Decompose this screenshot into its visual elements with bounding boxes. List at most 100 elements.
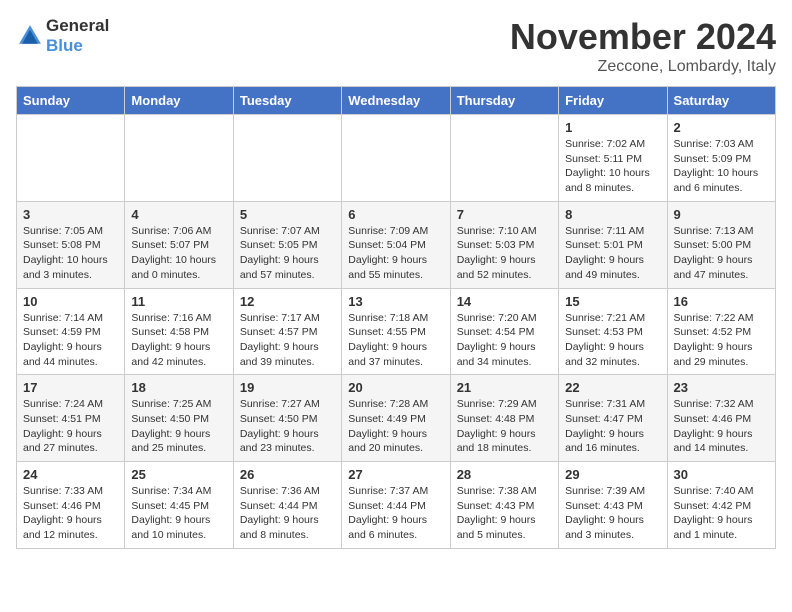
day-info: Sunrise: 7:14 AM Sunset: 4:59 PM Dayligh… xyxy=(23,311,118,370)
day-number: 8 xyxy=(565,207,660,222)
day-number: 18 xyxy=(131,380,226,395)
calendar-cell: 8 Sunrise: 7:11 AM Sunset: 5:01 PM Daylig… xyxy=(559,201,667,288)
day-number: 2 xyxy=(674,120,769,135)
calendar-cell xyxy=(17,115,125,202)
calendar-cell xyxy=(125,115,233,202)
calendar-cell: 13 Sunrise: 7:18 AM Sunset: 4:55 PM Dayli… xyxy=(342,288,450,375)
day-number: 1 xyxy=(565,120,660,135)
calendar-cell: 6 Sunrise: 7:09 AM Sunset: 5:04 PM Daylig… xyxy=(342,201,450,288)
day-number: 13 xyxy=(348,294,443,309)
month-title: November 2024 xyxy=(510,16,776,58)
calendar-cell xyxy=(450,115,558,202)
calendar-cell: 18 Sunrise: 7:25 AM Sunset: 4:50 PM Dayli… xyxy=(125,375,233,462)
calendar-cell: 20 Sunrise: 7:28 AM Sunset: 4:49 PM Dayli… xyxy=(342,375,450,462)
logo-general-text: General xyxy=(46,16,109,35)
calendar-cell: 21Sunrise: 7:29 AM Sunset: 4:48 PM Dayli… xyxy=(450,375,558,462)
day-number: 29 xyxy=(565,467,660,482)
day-info: Sunrise: 7:10 AM Sunset: 5:03 PM Dayligh… xyxy=(457,224,552,283)
calendar-cell: 24 Sunrise: 7:33 AM Sunset: 4:46 PM Dayli… xyxy=(17,462,125,549)
day-info: Sunrise: 7:27 AM Sunset: 4:50 PM Dayligh… xyxy=(240,397,335,456)
day-number: 6 xyxy=(348,207,443,222)
day-info: Sunrise: 7:25 AM Sunset: 4:50 PM Dayligh… xyxy=(131,397,226,456)
day-number: 11 xyxy=(131,294,226,309)
day-number: 26 xyxy=(240,467,335,482)
calendar-cell: 26 Sunrise: 7:36 AM Sunset: 4:44 PM Dayli… xyxy=(233,462,341,549)
day-number: 16 xyxy=(674,294,769,309)
day-info: Sunrise: 7:09 AM Sunset: 5:04 PM Dayligh… xyxy=(348,224,443,283)
day-info: Sunrise: 7:13 AM Sunset: 5:00 PM Dayligh… xyxy=(674,224,769,283)
day-info: Sunrise: 7:22 AM Sunset: 4:52 PM Dayligh… xyxy=(674,311,769,370)
day-number: 27 xyxy=(348,467,443,482)
calendar-cell: 14Sunrise: 7:20 AM Sunset: 4:54 PM Dayli… xyxy=(450,288,558,375)
calendar-cell: 27 Sunrise: 7:37 AM Sunset: 4:44 PM Dayli… xyxy=(342,462,450,549)
calendar-week-row: 1Sunrise: 7:02 AM Sunset: 5:11 PM Daylig… xyxy=(17,115,776,202)
calendar-cell: 29Sunrise: 7:39 AM Sunset: 4:43 PM Dayli… xyxy=(559,462,667,549)
day-number: 20 xyxy=(348,380,443,395)
calendar-cell: 15 Sunrise: 7:21 AM Sunset: 4:53 PM Dayli… xyxy=(559,288,667,375)
calendar-cell: 3 Sunrise: 7:05 AM Sunset: 5:08 PM Daylig… xyxy=(17,201,125,288)
calendar-cell: 4Sunrise: 7:06 AM Sunset: 5:07 PM Daylig… xyxy=(125,201,233,288)
weekday-header-tuesday: Tuesday xyxy=(233,87,341,115)
day-info: Sunrise: 7:36 AM Sunset: 4:44 PM Dayligh… xyxy=(240,484,335,543)
logo-blue-text: Blue xyxy=(46,36,83,55)
day-info: Sunrise: 7:18 AM Sunset: 4:55 PM Dayligh… xyxy=(348,311,443,370)
day-info: Sunrise: 7:32 AM Sunset: 4:46 PM Dayligh… xyxy=(674,397,769,456)
weekday-header-saturday: Saturday xyxy=(667,87,775,115)
weekday-header-sunday: Sunday xyxy=(17,87,125,115)
weekday-header-wednesday: Wednesday xyxy=(342,87,450,115)
day-info: Sunrise: 7:03 AM Sunset: 5:09 PM Dayligh… xyxy=(674,137,769,196)
day-info: Sunrise: 7:33 AM Sunset: 4:46 PM Dayligh… xyxy=(23,484,118,543)
weekday-header-row: SundayMondayTuesdayWednesdayThursdayFrid… xyxy=(17,87,776,115)
day-info: Sunrise: 7:07 AM Sunset: 5:05 PM Dayligh… xyxy=(240,224,335,283)
day-number: 30 xyxy=(674,467,769,482)
day-info: Sunrise: 7:40 AM Sunset: 4:42 PM Dayligh… xyxy=(674,484,769,543)
calendar-cell: 19 Sunrise: 7:27 AM Sunset: 4:50 PM Dayli… xyxy=(233,375,341,462)
day-number: 7 xyxy=(457,207,552,222)
calendar-cell xyxy=(233,115,341,202)
day-info: Sunrise: 7:24 AM Sunset: 4:51 PM Dayligh… xyxy=(23,397,118,456)
day-number: 28 xyxy=(457,467,552,482)
day-info: Sunrise: 7:21 AM Sunset: 4:53 PM Dayligh… xyxy=(565,311,660,370)
calendar-week-row: 17 Sunrise: 7:24 AM Sunset: 4:51 PM Dayli… xyxy=(17,375,776,462)
day-info: Sunrise: 7:34 AM Sunset: 4:45 PM Dayligh… xyxy=(131,484,226,543)
day-info: Sunrise: 7:37 AM Sunset: 4:44 PM Dayligh… xyxy=(348,484,443,543)
day-number: 9 xyxy=(674,207,769,222)
calendar-week-row: 3 Sunrise: 7:05 AM Sunset: 5:08 PM Daylig… xyxy=(17,201,776,288)
day-number: 12 xyxy=(240,294,335,309)
calendar-cell: 2 Sunrise: 7:03 AM Sunset: 5:09 PM Daylig… xyxy=(667,115,775,202)
calendar-cell: 30 Sunrise: 7:40 AM Sunset: 4:42 PM Dayli… xyxy=(667,462,775,549)
day-number: 24 xyxy=(23,467,118,482)
logo-icon xyxy=(16,22,44,50)
logo: General Blue xyxy=(16,16,109,56)
day-number: 23 xyxy=(674,380,769,395)
day-number: 22 xyxy=(565,380,660,395)
day-info: Sunrise: 7:11 AM Sunset: 5:01 PM Dayligh… xyxy=(565,224,660,283)
title-area: November 2024 Zeccone, Lombardy, Italy xyxy=(510,16,776,76)
day-number: 3 xyxy=(23,207,118,222)
day-info: Sunrise: 7:28 AM Sunset: 4:49 PM Dayligh… xyxy=(348,397,443,456)
calendar-week-row: 24 Sunrise: 7:33 AM Sunset: 4:46 PM Dayli… xyxy=(17,462,776,549)
calendar-cell: 28 Sunrise: 7:38 AM Sunset: 4:43 PM Dayli… xyxy=(450,462,558,549)
day-number: 19 xyxy=(240,380,335,395)
calendar-cell: 7 Sunrise: 7:10 AM Sunset: 5:03 PM Daylig… xyxy=(450,201,558,288)
calendar-cell xyxy=(342,115,450,202)
day-number: 15 xyxy=(565,294,660,309)
calendar-cell: 16 Sunrise: 7:22 AM Sunset: 4:52 PM Dayli… xyxy=(667,288,775,375)
weekday-header-monday: Monday xyxy=(125,87,233,115)
calendar-cell: 17 Sunrise: 7:24 AM Sunset: 4:51 PM Dayli… xyxy=(17,375,125,462)
day-info: Sunrise: 7:06 AM Sunset: 5:07 PM Dayligh… xyxy=(131,224,226,283)
day-number: 17 xyxy=(23,380,118,395)
calendar-cell: 23 Sunrise: 7:32 AM Sunset: 4:46 PM Dayli… xyxy=(667,375,775,462)
weekday-header-thursday: Thursday xyxy=(450,87,558,115)
day-number: 25 xyxy=(131,467,226,482)
calendar-cell: 10Sunrise: 7:14 AM Sunset: 4:59 PM Dayli… xyxy=(17,288,125,375)
calendar-cell: 9 Sunrise: 7:13 AM Sunset: 5:00 PM Daylig… xyxy=(667,201,775,288)
day-info: Sunrise: 7:29 AM Sunset: 4:48 PM Dayligh… xyxy=(457,397,552,456)
day-info: Sunrise: 7:38 AM Sunset: 4:43 PM Dayligh… xyxy=(457,484,552,543)
calendar-cell: 12Sunrise: 7:17 AM Sunset: 4:57 PM Dayli… xyxy=(233,288,341,375)
calendar-cell: 22Sunrise: 7:31 AM Sunset: 4:47 PM Dayli… xyxy=(559,375,667,462)
calendar-cell: 5 Sunrise: 7:07 AM Sunset: 5:05 PM Daylig… xyxy=(233,201,341,288)
day-number: 5 xyxy=(240,207,335,222)
day-info: Sunrise: 7:05 AM Sunset: 5:08 PM Dayligh… xyxy=(23,224,118,283)
weekday-header-friday: Friday xyxy=(559,87,667,115)
